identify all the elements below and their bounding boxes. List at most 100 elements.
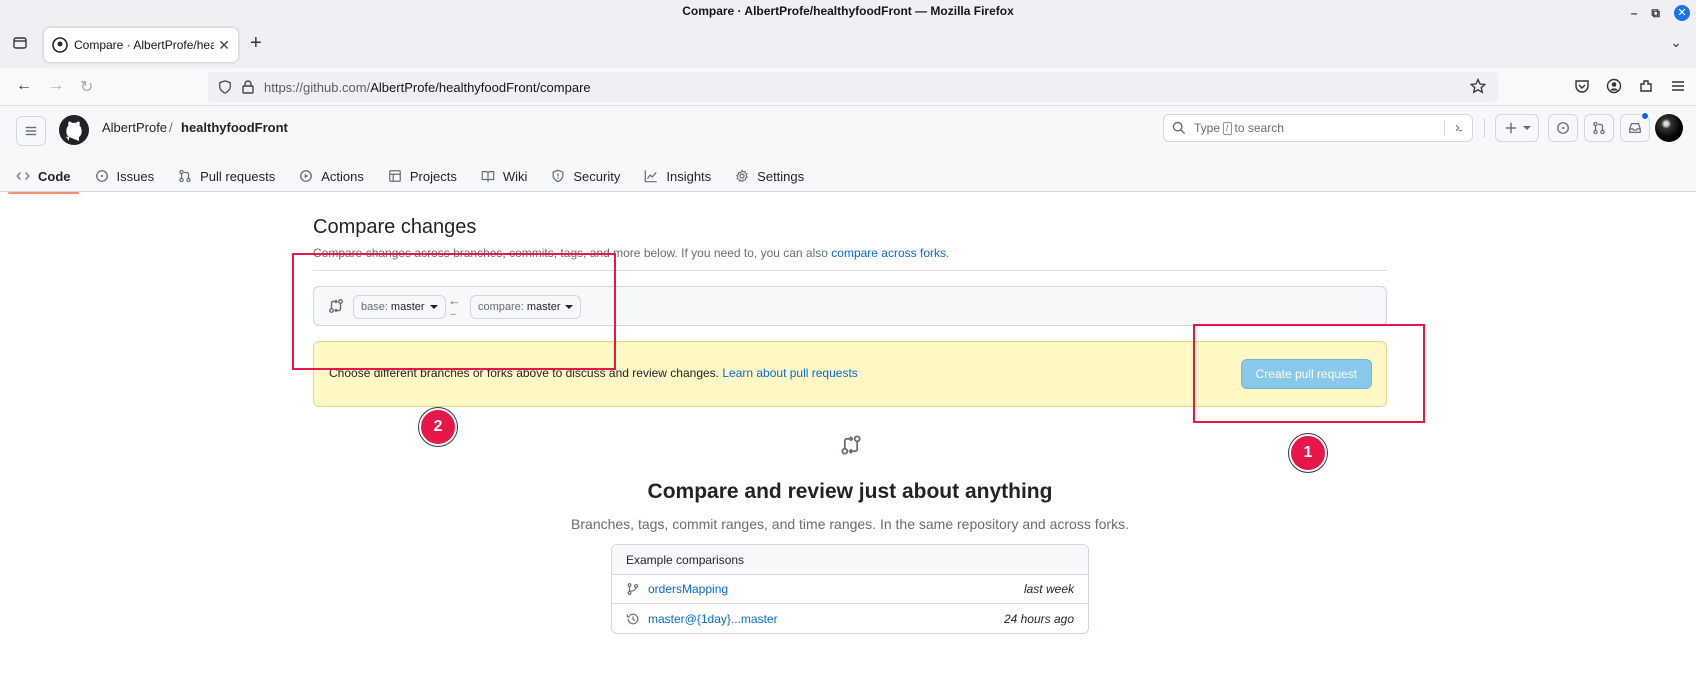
window-titlebar: Compare · AlbertProfe/healthyfoodFront —… [0,0,1696,22]
annotation-badge-2: 2 [419,408,457,446]
tab-settings[interactable]: Settings [727,160,812,192]
blankslate-description: Branches, tags, commit ranges, and time … [571,516,1129,532]
caret-down-icon [1522,126,1531,130]
example-time: 24 hours ago [1003,611,1074,626]
notification-indicator [1641,112,1649,120]
window-title: Compare · AlbertProfe/healthyfoodFront —… [682,4,1014,18]
tab-projects-label: Projects [409,168,457,184]
bookmark-star-icon[interactable] [1470,78,1486,94]
blankslate-title: Compare and review just about anything [647,480,1053,503]
tab-list-chevron-icon[interactable]: ⌄ [1670,34,1682,51]
firefox-view-icon[interactable] [12,35,28,51]
tab-code-label: Code [38,168,71,184]
pull-requests-header-button[interactable] [1584,114,1614,142]
forward-button[interactable]: → [48,77,64,95]
annotation-box-2 [292,253,616,370]
inbox-icon [1629,123,1641,133]
annotation-badge-1: 1 [1289,434,1327,472]
example-comparisons: Example comparisons ordersMapping last w… [611,544,1089,634]
example-time: last week [1023,582,1074,596]
extensions-icon[interactable] [1638,78,1654,94]
search-placeholder-type: Type [1194,121,1221,135]
browser-tab[interactable]: Compare · AlbertProfe/heal ✕ [44,28,238,62]
tab-pull-requests-label: Pull requests [200,168,276,184]
pull-request-icon [179,169,191,183]
tab-insights[interactable]: Insights [636,160,719,192]
hamburger-icon [25,126,37,136]
issue-opened-icon [1557,122,1569,134]
tab-insights-label: Insights [666,168,712,184]
example-comparison-link[interactable]: ordersMapping [648,582,1024,596]
code-icon [16,172,30,180]
github-header: AlbertProfe / healthyfoodFront Type / to… [0,106,1696,194]
shield-icon [552,169,564,183]
tab-security[interactable]: Security [543,160,628,192]
page-title: Compare changes [313,216,477,238]
book-icon [481,171,495,183]
branch-icon [627,583,639,595]
example-comparison-link[interactable]: master@{1day}...master [648,612,1004,626]
tab-issues[interactable]: Issues [87,160,163,192]
new-tab-button[interactable]: + [250,32,262,55]
tracking-shield-icon[interactable] [218,80,232,94]
tab-pull-requests[interactable]: Pull requests [170,160,283,192]
lock-icon[interactable] [242,80,254,94]
search-icon [1172,121,1186,135]
close-window-button[interactable]: ✕ [1674,5,1690,21]
create-new-button[interactable] [1495,114,1539,142]
url-bar[interactable]: https://github.com/AlbertProfe/healthyfo… [208,72,1498,102]
tab-settings-label: Settings [757,168,805,184]
issues-header-button[interactable] [1548,114,1578,142]
compare-across-forks-link[interactable]: compare across forks [831,246,946,260]
url-text: https://github.com/AlbertProfe/healthyfo… [264,80,591,95]
issue-icon [95,170,108,182]
window-controls: – ⧉ ✕ [1631,2,1690,24]
tab-issues-label: Issues [116,168,155,184]
tab-wiki-label: Wiki [502,168,528,184]
reload-button[interactable]: ↻ [80,77,93,97]
example-comparisons-header: Example comparisons [612,545,1088,575]
tab-actions[interactable]: Actions [291,160,372,192]
git-pull-request-icon [1593,121,1605,135]
repo-name-link[interactable]: healthyfoodFront [181,120,288,135]
list-item[interactable]: ordersMapping last week [612,575,1088,604]
table-icon [389,170,401,182]
url-domain: https://github.com/ [264,79,371,95]
subtitle-end: . [945,246,950,260]
pocket-icon[interactable] [1574,78,1590,94]
search-shortcut-key: / [1223,121,1232,135]
search-placeholder-rest: to search [1234,121,1284,135]
tab-security-label: Security [573,168,621,184]
menu-icon[interactable] [1670,78,1686,94]
repo-owner-link[interactable]: AlbertProfe [102,120,167,135]
tab-actions-label: Actions [321,168,364,184]
tab-wiki[interactable]: Wiki [473,160,536,192]
path-separator: / [169,120,173,135]
browser-navbar: ← → ↻ https://github.com/AlbertProfe/hea… [0,68,1696,106]
tab-projects[interactable]: Projects [380,160,465,192]
account-icon[interactable] [1606,78,1622,94]
play-icon [300,170,313,182]
maximize-button[interactable]: ⧉ [1651,2,1660,24]
graph-icon [645,170,658,183]
toolbar-right [1574,78,1686,94]
user-avatar[interactable] [1655,114,1683,142]
back-button[interactable]: ← [16,77,32,95]
tab-title: Compare · AlbertProfe/heal [74,38,215,52]
history-icon [626,613,639,624]
minimize-button[interactable]: – [1631,2,1638,24]
gear-icon [736,169,749,183]
tab-code[interactable]: Code [8,160,79,194]
global-menu-button[interactable] [16,116,46,146]
github-favicon-icon [52,37,68,53]
github-logo-icon[interactable] [58,114,90,146]
git-compare-icon [841,435,861,455]
repo-nav: Code Issues Pull requests Actions Projec… [0,160,812,194]
annotation-box-1 [1193,324,1425,423]
learn-about-pr-link[interactable]: Learn about pull requests [722,366,857,380]
plus-icon [1505,122,1516,134]
list-item[interactable]: master@{1day}...master 24 hours ago [612,604,1088,633]
tab-close-icon[interactable]: ✕ [218,37,230,54]
search-input[interactable]: Type / to search [1163,114,1473,142]
command-palette-icon[interactable] [1444,120,1464,136]
